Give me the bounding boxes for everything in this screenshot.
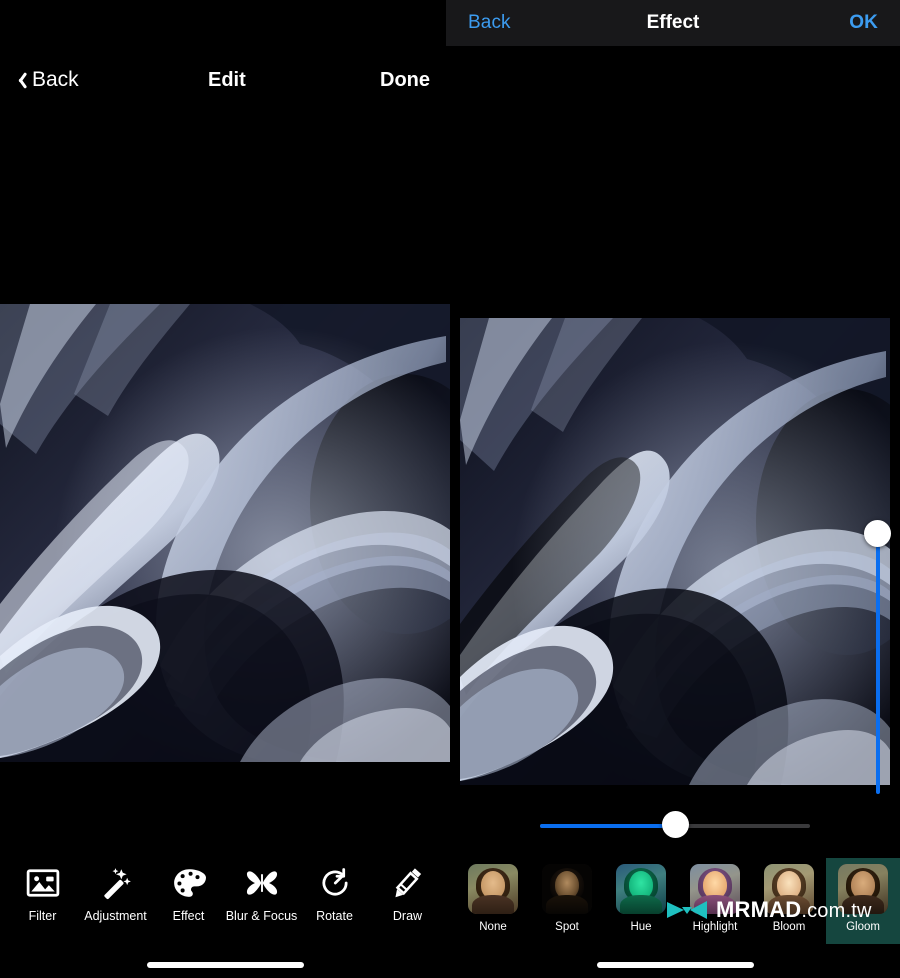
effect-presets-strip: None Spot Hue Highlight Bloom Gloom xyxy=(456,858,900,944)
tool-label: Draw xyxy=(392,909,423,923)
effect-thumbnail xyxy=(690,864,740,914)
effect-intensity-vertical-slider[interactable] xyxy=(864,518,892,796)
effect-label: Spot xyxy=(555,921,579,933)
butterfly-icon xyxy=(246,871,277,895)
effect-label: None xyxy=(479,921,507,933)
tool-filter[interactable]: Filter xyxy=(7,862,79,923)
effect-item-none[interactable]: None xyxy=(456,858,530,944)
effect-label: Highlight xyxy=(692,921,738,933)
edit-tool-bar: Filter Adjustment Effect Blur & Focus Ro… xyxy=(0,862,450,940)
edit-done-button[interactable]: Done xyxy=(380,69,430,92)
edit-back-button[interactable]: Back xyxy=(14,68,79,92)
edit-back-label: Back xyxy=(32,68,79,91)
mona-lisa-thumb xyxy=(616,864,666,914)
slider-knob[interactable] xyxy=(661,811,689,838)
effect-label: Bloom xyxy=(772,921,806,933)
chevron-left-icon xyxy=(14,71,25,89)
edit-title: Edit xyxy=(208,68,246,91)
effect-panel-title: Effect xyxy=(646,12,700,33)
effect-ok-button[interactable]: OK xyxy=(849,12,878,34)
rotate-icon xyxy=(322,868,348,896)
effect-thumbnail xyxy=(764,864,814,914)
tool-label: Blur & Focus xyxy=(225,909,298,923)
mona-lisa-thumb xyxy=(542,864,592,914)
mona-lisa-thumb xyxy=(838,864,888,914)
abstract-wave-image-original xyxy=(0,304,450,762)
tool-effect[interactable]: Effect xyxy=(153,862,225,923)
tool-rotate[interactable]: Rotate xyxy=(299,862,371,923)
palette-icon xyxy=(173,869,206,897)
effect-label: Hue xyxy=(630,921,652,933)
vertical-slider-knob[interactable] xyxy=(864,520,891,547)
effect-panel-top-bar: Back Effect OK xyxy=(446,0,900,46)
effect-item-gloom[interactable]: Gloom xyxy=(826,858,900,944)
effect-thumbnail xyxy=(542,864,592,914)
effect-back-button[interactable]: Back xyxy=(468,12,511,34)
effect-thumbnail xyxy=(838,864,888,914)
mona-lisa-thumb xyxy=(690,864,740,914)
home-indicator-right xyxy=(597,962,754,968)
tool-blur-focus[interactable]: Blur & Focus xyxy=(226,862,298,923)
tool-label: Adjustment xyxy=(84,909,147,923)
abstract-wave-image-edited xyxy=(460,318,890,785)
effect-item-highlight[interactable]: Highlight xyxy=(678,858,752,944)
tool-adjustment[interactable]: Adjustment xyxy=(80,862,152,923)
effect-item-spot[interactable]: Spot xyxy=(530,858,604,944)
edit-nav-bar: Back Edit Done xyxy=(0,58,450,102)
photo-icon xyxy=(26,869,59,897)
mona-lisa-thumb xyxy=(764,864,814,914)
effect-amount-slider[interactable] xyxy=(540,811,810,838)
tool-label: Effect xyxy=(172,909,205,923)
effect-item-bloom[interactable]: Bloom xyxy=(752,858,826,944)
effect-label: Gloom xyxy=(846,921,880,933)
tool-label: Rotate xyxy=(316,909,353,923)
original-image-preview[interactable] xyxy=(0,304,450,762)
screen-root: Back Effect OK Back Edit Done Filter Adj… xyxy=(0,0,900,978)
home-indicator-left xyxy=(147,962,304,968)
edited-image-preview[interactable] xyxy=(460,318,890,785)
tool-label: Filter xyxy=(28,909,57,923)
effect-thumbnail xyxy=(468,864,518,914)
slider-fill xyxy=(540,824,675,828)
mona-lisa-thumb xyxy=(468,864,518,914)
tool-draw[interactable]: Draw xyxy=(372,862,444,923)
effect-item-hue[interactable]: Hue xyxy=(604,858,678,944)
effect-thumbnail xyxy=(616,864,666,914)
vertical-slider-fill xyxy=(876,546,880,794)
magic-wand-icon xyxy=(103,868,131,900)
pencil-icon xyxy=(394,868,421,898)
